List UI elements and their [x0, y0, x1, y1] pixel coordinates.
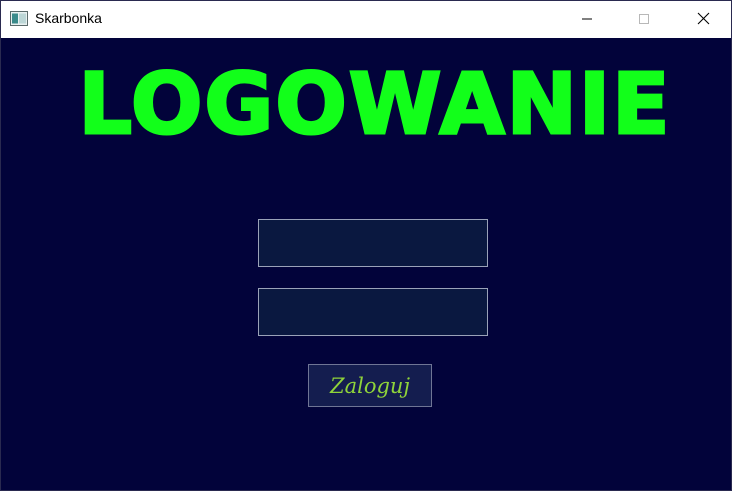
login-button[interactable]: Zaloguj	[308, 364, 432, 407]
minimize-button[interactable]	[564, 1, 610, 38]
close-button[interactable]	[680, 1, 726, 38]
window-title: Skarbonka	[35, 10, 102, 26]
maximize-button[interactable]	[621, 1, 667, 38]
close-icon	[697, 10, 710, 29]
app-icon	[10, 11, 28, 26]
title-bar[interactable]: Skarbonka	[1, 1, 731, 38]
page-title: LOGOWANIE	[77, 55, 672, 154]
password-input[interactable]	[258, 288, 488, 336]
app-window: Skarbonka LOGOWANIE Zaloguj	[0, 0, 732, 491]
login-button-label: Zaloguj	[330, 373, 410, 398]
login-panel: LOGOWANIE Zaloguj	[1, 38, 731, 490]
login-input[interactable]	[258, 219, 488, 267]
minimize-icon	[581, 10, 593, 29]
maximize-icon	[638, 10, 650, 29]
